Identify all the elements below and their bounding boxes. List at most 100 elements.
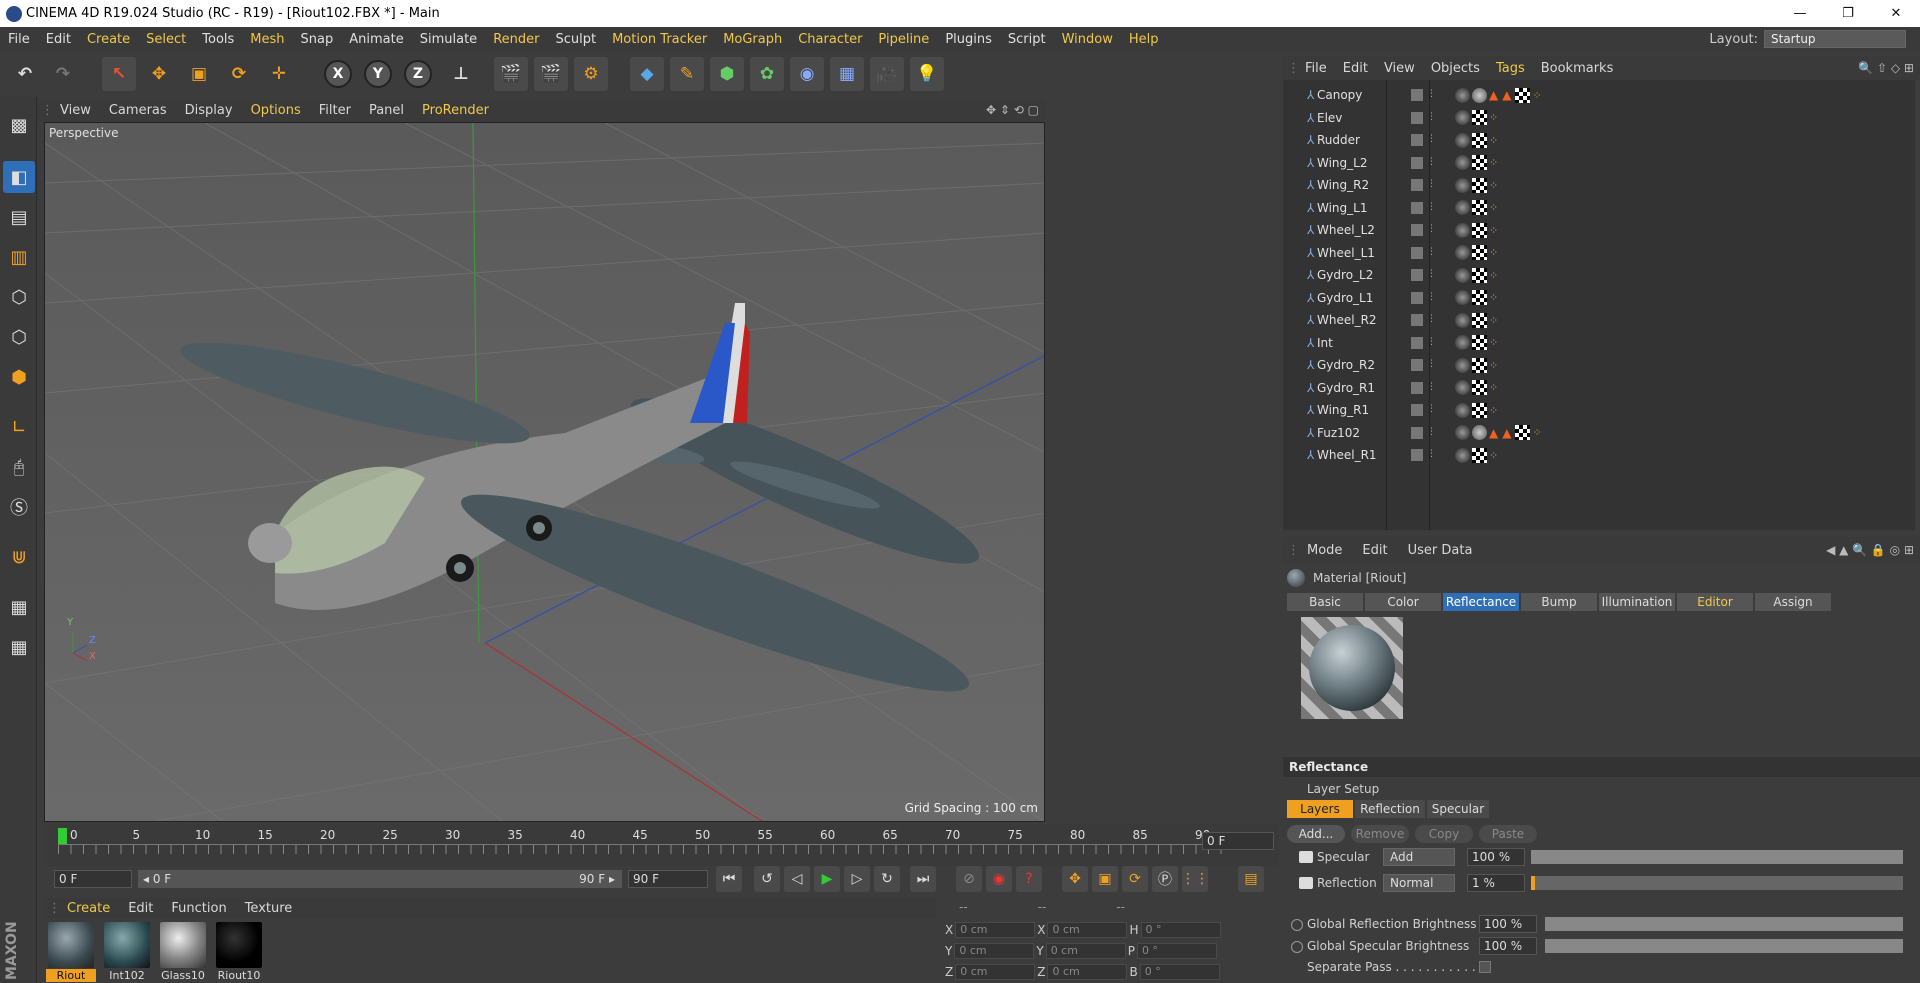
vp-menu-display[interactable]: Display [176, 103, 242, 118]
material-tag-icon[interactable] [1455, 245, 1470, 260]
reflection-strength-slider[interactable] [1531, 876, 1903, 890]
material-tag-icon[interactable] [1455, 267, 1470, 283]
phong-tag-icon[interactable]: ⁘ [1489, 179, 1498, 192]
floor-icon[interactable]: ▦ [830, 57, 864, 91]
material-tag-icon[interactable] [1455, 132, 1470, 148]
mat-menu-create[interactable]: Create [58, 901, 119, 916]
object-name[interactable]: Wheel_R2 [1307, 313, 1407, 327]
visibility-dots-icon[interactable]: ⋮ [1427, 404, 1436, 416]
phong-tag-icon[interactable]: ⁘ [1489, 134, 1498, 147]
edges-mode-icon[interactable]: ⬡ [3, 321, 35, 353]
mat-menu-texture[interactable]: Texture [236, 901, 302, 916]
layer-toggle-icon[interactable] [1411, 134, 1423, 146]
render-picture-viewer-icon[interactable]: 🎬 [534, 57, 568, 91]
material-tag-icon[interactable] [1455, 222, 1470, 238]
rotation-h-field[interactable]: 0 ° [1140, 922, 1221, 938]
texture-tag-icon[interactable] [1472, 335, 1487, 350]
visibility-dots-icon[interactable]: ⋮ [1427, 89, 1436, 101]
tab-color[interactable]: Color [1365, 593, 1441, 611]
redo-icon[interactable]: ↷ [46, 57, 80, 91]
texture-tag-icon[interactable] [1472, 132, 1487, 148]
start-frame-field[interactable]: 0 F [54, 870, 132, 888]
size-y-field[interactable]: 0 cm [1045, 943, 1126, 959]
layout-select[interactable]: Startup [1764, 30, 1906, 48]
object-name[interactable]: Wheel_L2 [1307, 223, 1407, 237]
menu-select[interactable]: Select [138, 32, 194, 47]
minimize-button[interactable]: — [1776, 6, 1824, 21]
phong-tag-icon[interactable]: ⁘ [1489, 111, 1498, 124]
tab-bump[interactable]: Bump [1521, 593, 1597, 611]
object-name[interactable]: Wheel_R1 [1307, 448, 1407, 462]
global-reflection-slider[interactable] [1545, 917, 1903, 931]
visibility-dots-icon[interactable]: ⋮ [1427, 112, 1436, 124]
texture-tag-icon[interactable] [1472, 200, 1487, 215]
menu-mesh[interactable]: Mesh [242, 32, 292, 47]
texture-tag-icon[interactable] [1472, 357, 1487, 373]
rotation-b-field[interactable]: 0 ° [1139, 964, 1220, 980]
object-name[interactable]: Wing_R1 [1307, 403, 1407, 417]
obj-menu-objects[interactable]: Objects [1423, 61, 1488, 76]
axis-mode-icon[interactable]: ∟ [3, 411, 35, 443]
material-tag-icon[interactable] [1455, 357, 1470, 373]
play-forward-icon[interactable]: ▶ [814, 866, 840, 892]
material-preview[interactable] [1301, 617, 1403, 719]
layer-toggle-icon[interactable] [1411, 291, 1423, 304]
visibility-dots-icon[interactable]: ⋮ [1427, 247, 1436, 259]
remove-layer-button[interactable]: Remove [1351, 825, 1409, 843]
visibility-dots-icon[interactable]: ⋮ [1427, 269, 1436, 281]
solo-mode-icon[interactable]: Ⓢ [3, 491, 35, 523]
attr-menu-user-data[interactable]: User Data [1398, 543, 1483, 558]
visibility-dots-icon[interactable]: ⋮ [1427, 382, 1436, 394]
texture-tag-icon[interactable] [1515, 425, 1531, 440]
menu-pipeline[interactable]: Pipeline [870, 32, 937, 47]
object-row[interactable]: ⅄ Gydro_R1 ⋮ ⁘ [1283, 377, 1915, 399]
material-tag-icon[interactable] [1455, 425, 1470, 440]
layer-toggle-icon[interactable] [1411, 179, 1423, 191]
obj-manager-search-icon[interactable]: 🔍 ⇧ ◇ ⊞ [1858, 61, 1920, 75]
layer-toggle-icon[interactable] [1411, 314, 1423, 326]
key-position-icon[interactable]: ✥ [1062, 866, 1088, 892]
render-settings-icon[interactable]: ⚙ [574, 57, 608, 91]
live-selection-icon[interactable]: ↖ [102, 57, 136, 91]
obj-menu-edit[interactable]: Edit [1335, 61, 1376, 76]
planar-workplane-icon[interactable]: ▦ [3, 631, 35, 663]
object-row[interactable]: ⅄ Wheel_L2 ⋮ ⁘ [1283, 219, 1915, 241]
warning-tag-icon[interactable]: ▲ [1502, 426, 1511, 440]
object-row[interactable]: ⅄ Gydro_L1 ⋮ ⁘ [1283, 287, 1915, 309]
object-row[interactable]: ⅄ Wheel_R1 ⋮ ⁘ [1283, 444, 1915, 466]
tweak-mode-icon[interactable]: 🖰 [3, 451, 35, 483]
size-x-field[interactable]: 0 cm [1047, 922, 1128, 938]
phong-tag-icon[interactable]: ⁘ [1532, 426, 1541, 439]
texture-tag-icon[interactable] [1472, 110, 1487, 125]
texture-tag-icon[interactable] [1472, 380, 1487, 395]
record-active-objects-icon[interactable]: ⊘ [956, 866, 982, 892]
position-z-field[interactable]: 0 cm [955, 964, 1036, 980]
material-swatch-riout10[interactable] [216, 922, 262, 968]
visibility-dots-icon[interactable]: ⋮ [1427, 179, 1436, 191]
snap-icon[interactable]: ⋓ [3, 541, 35, 573]
add-layer-button[interactable]: Add... [1287, 825, 1345, 843]
rotation-p-field[interactable]: 0 ° [1136, 943, 1217, 959]
perspective-viewport[interactable]: Y Z X Perspective Grid Spacing : 100 cm [44, 122, 1045, 822]
object-row[interactable]: ⅄ Canopy ⋮ ▲ ▲ ⁘ [1283, 84, 1915, 106]
polygons-mode-icon[interactable]: ⬢ [3, 361, 35, 393]
x-axis-lock-icon[interactable]: X [324, 60, 352, 88]
material-tag-icon[interactable] [1455, 155, 1470, 170]
texture-mode-icon[interactable]: ▤ [3, 201, 35, 233]
layer-toggle-icon[interactable] [1411, 111, 1423, 124]
layer-toggle-icon[interactable] [1411, 359, 1423, 371]
visibility-dots-icon[interactable]: ⋮ [1427, 224, 1436, 236]
key-parameter-icon[interactable]: Ⓟ [1152, 866, 1178, 892]
material-tag-icon[interactable] [1455, 312, 1470, 328]
material-tag-icon[interactable] [1455, 87, 1470, 103]
pen-spline-icon[interactable]: ✎ [670, 57, 704, 91]
tab-assign[interactable]: Assign [1755, 593, 1831, 611]
object-row[interactable]: ⅄ Wing_R2 ⋮ ⁘ [1283, 174, 1915, 196]
reflection-visibility-icon[interactable] [1299, 877, 1313, 889]
layer-toggle-icon[interactable] [1411, 336, 1423, 349]
deformer-icon[interactable]: ◉ [790, 57, 824, 91]
material-swatch-glass10[interactable] [160, 922, 206, 968]
attr-menu-edit[interactable]: Edit [1352, 543, 1397, 558]
workplane-mode-icon[interactable]: ▥ [3, 241, 35, 273]
light-icon[interactable]: 💡 [910, 57, 944, 91]
